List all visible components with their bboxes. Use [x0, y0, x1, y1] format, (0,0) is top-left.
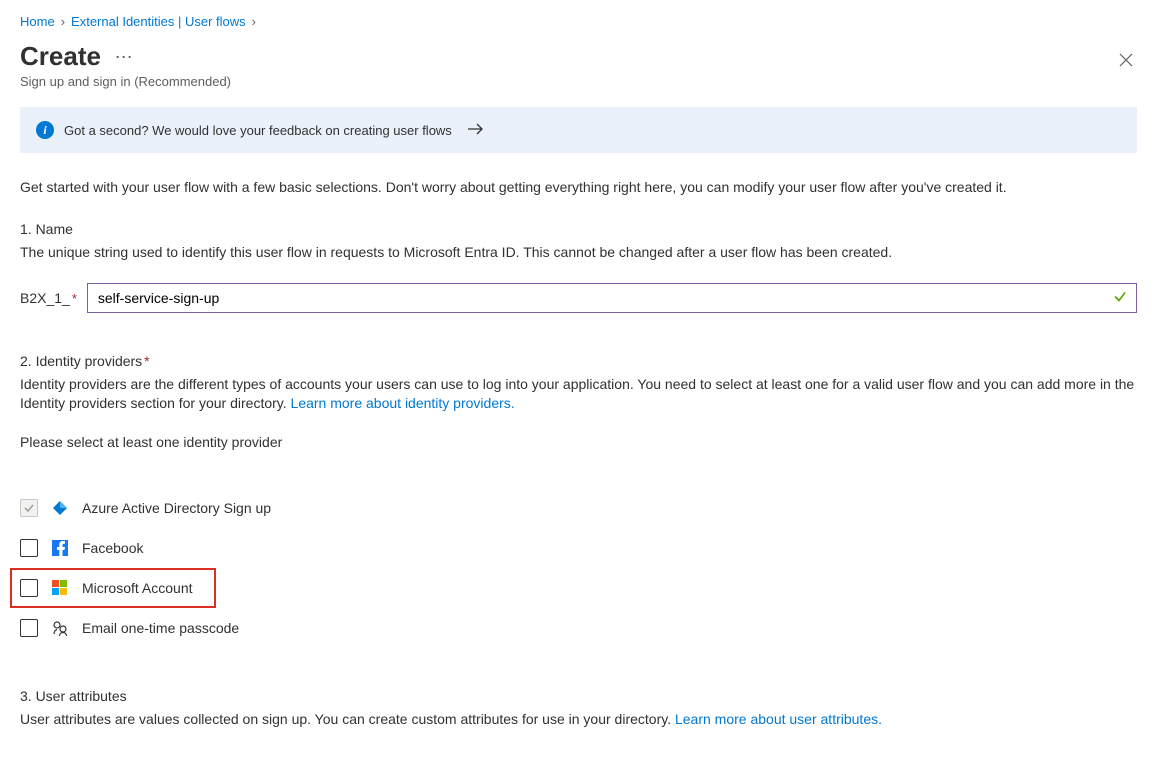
idp-instruction: Please select at least one identity prov…	[20, 434, 1137, 450]
name-helper-text: The unique string used to identify this …	[20, 243, 1137, 263]
name-prefix-label: B2X_1_*	[20, 290, 77, 306]
attrs-learn-more-link[interactable]: Learn more about user attributes.	[675, 711, 882, 727]
idp-label-facebook: Facebook	[82, 540, 143, 556]
breadcrumb-external-identities[interactable]: External Identities | User flows	[71, 14, 246, 29]
page-subtitle: Sign up and sign in (Recommended)	[20, 74, 231, 89]
idp-item-microsoft-account: Microsoft Account	[10, 568, 216, 608]
azure-ad-icon	[52, 500, 68, 516]
idp-label-email-otp: Email one-time passcode	[82, 620, 239, 636]
idp-item-facebook: Facebook	[20, 528, 1137, 568]
section-heading-attrs: 3. User attributes	[20, 688, 1137, 704]
name-input[interactable]	[87, 283, 1137, 313]
idp-item-email-otp: Email one-time passcode	[20, 608, 1137, 648]
microsoft-icon	[52, 580, 68, 596]
idp-item-aad: Azure Active Directory Sign up	[20, 488, 1137, 528]
idp-label-microsoft: Microsoft Account	[82, 580, 193, 596]
idp-list: Azure Active Directory Sign up Facebook …	[20, 488, 1137, 648]
page-title: Create	[20, 41, 101, 72]
section-heading-idp: 2. Identity providers*	[20, 353, 1137, 369]
breadcrumb: Home › External Identities | User flows …	[20, 14, 1137, 29]
idp-checkbox-email-otp[interactable]	[20, 619, 38, 637]
feedback-text: Got a second? We would love your feedbac…	[64, 123, 452, 138]
idp-label-aad: Azure Active Directory Sign up	[82, 500, 271, 516]
close-icon	[1119, 53, 1133, 67]
required-indicator: *	[144, 353, 149, 369]
required-indicator: *	[72, 291, 77, 306]
breadcrumb-home[interactable]: Home	[20, 14, 55, 29]
attrs-helper-text: User attributes are values collected on …	[20, 710, 1137, 730]
close-button[interactable]	[1115, 47, 1137, 76]
feedback-banner[interactable]: i Got a second? We would love your feedb…	[20, 107, 1137, 153]
chevron-right-icon: ›	[252, 14, 256, 29]
intro-text: Get started with your user flow with a f…	[20, 179, 1137, 195]
chevron-right-icon: ›	[61, 14, 65, 29]
email-otp-icon	[52, 620, 68, 636]
section-heading-name: 1. Name	[20, 221, 1137, 237]
idp-checkbox-aad	[20, 499, 38, 517]
idp-helper-text: Identity providers are the different typ…	[20, 375, 1137, 414]
idp-checkbox-microsoft[interactable]	[20, 579, 38, 597]
info-icon: i	[36, 121, 54, 139]
arrow-right-icon	[468, 123, 484, 138]
facebook-icon	[52, 540, 68, 556]
idp-learn-more-link[interactable]: Learn more about identity providers.	[291, 395, 515, 411]
name-input-wrap	[87, 283, 1137, 313]
idp-checkbox-facebook[interactable]	[20, 539, 38, 557]
more-actions-button[interactable]: ⋯	[115, 47, 133, 67]
